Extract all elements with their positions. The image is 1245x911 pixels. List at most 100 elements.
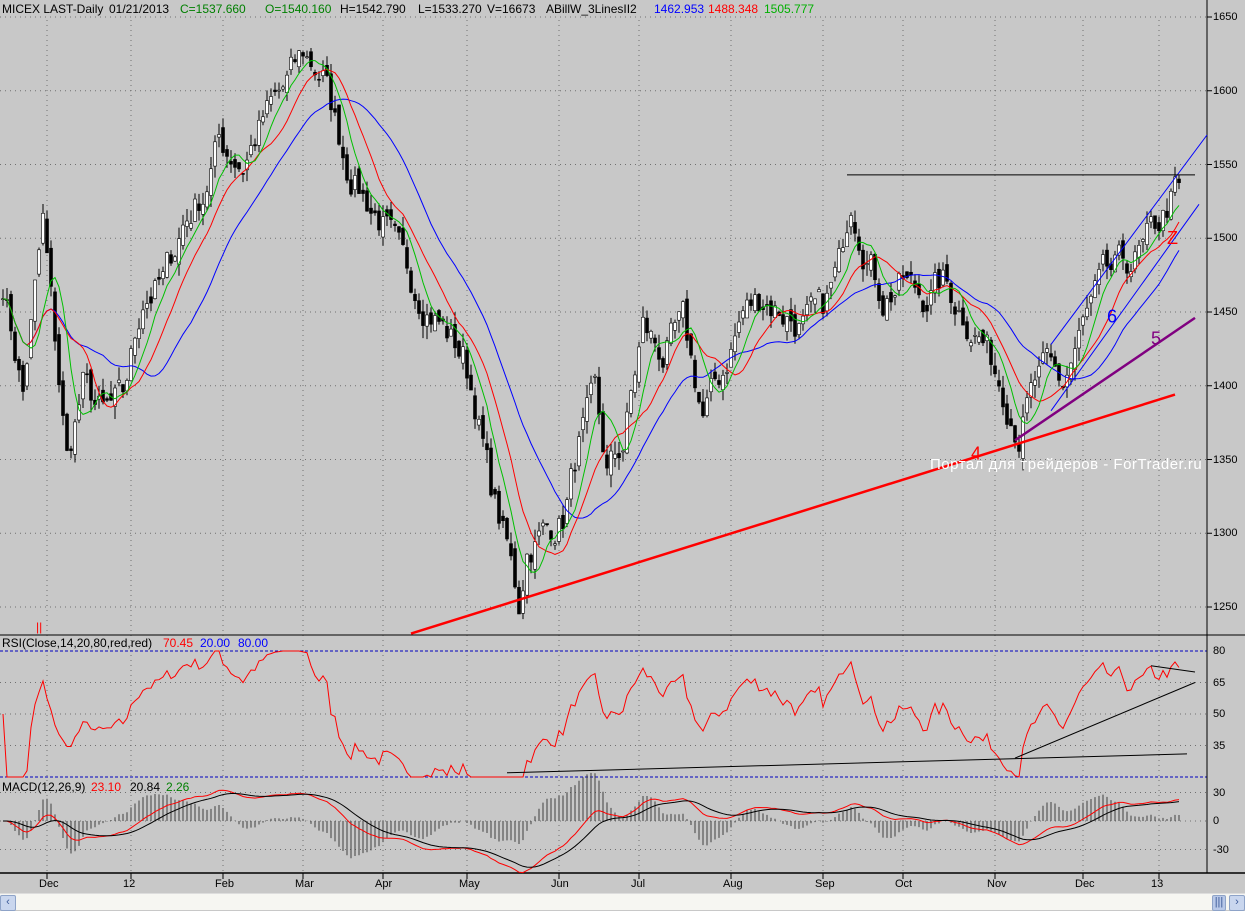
candle [1121, 233, 1125, 271]
candle-body [621, 450, 625, 453]
candle-body [645, 317, 649, 334]
candle-body [381, 216, 385, 238]
candle-body [613, 453, 617, 459]
candle-body [449, 328, 453, 337]
red-line-value: 1488.348 [708, 2, 759, 16]
candle [17, 356, 21, 382]
candle-body [837, 248, 841, 273]
candle [1101, 249, 1105, 272]
candle-body [493, 489, 497, 495]
candle [881, 290, 885, 317]
candle-body [809, 296, 813, 302]
candle [13, 326, 17, 364]
candle [581, 407, 585, 443]
candle [369, 195, 373, 225]
candle-body [601, 411, 605, 453]
candle-body [1145, 223, 1149, 245]
candle [1137, 239, 1141, 264]
macd-tick-label: 0 [1213, 815, 1220, 827]
time-tick-label: 12 [123, 878, 136, 890]
candle [685, 289, 689, 349]
candle [1045, 343, 1049, 365]
candle [53, 287, 57, 351]
candle-body [841, 247, 845, 252]
candle-body [1017, 443, 1021, 452]
candle [649, 329, 653, 344]
candle-body [1165, 210, 1169, 218]
candle-body [545, 523, 549, 526]
candle [701, 389, 705, 418]
candle [709, 369, 713, 402]
candle [1, 289, 5, 306]
candle [681, 300, 685, 328]
candle [133, 336, 137, 364]
candle [33, 279, 37, 331]
candle [773, 300, 777, 319]
candle [233, 153, 237, 178]
candle [277, 82, 281, 99]
candle-body [261, 116, 265, 123]
candle [969, 339, 973, 352]
candle [909, 261, 913, 284]
open-value: O=1540.160 [265, 2, 332, 16]
wave-label-Z: Z [1167, 228, 1178, 248]
candle [905, 271, 909, 280]
candle [1117, 240, 1121, 261]
candle [409, 267, 413, 294]
candle [309, 48, 313, 71]
candle [741, 306, 745, 326]
candle [249, 134, 253, 158]
candle [801, 309, 805, 331]
candle [877, 278, 881, 309]
candle [621, 450, 625, 462]
candle-body [965, 321, 969, 340]
candle-body [409, 270, 413, 293]
candle-body [877, 283, 881, 302]
candle-body [673, 322, 677, 331]
candle-body [293, 59, 297, 62]
price-tick-label: 1350 [1213, 453, 1238, 466]
candle [925, 296, 929, 322]
candle-body [217, 134, 221, 138]
candle [193, 193, 197, 222]
candle-body [169, 254, 173, 264]
candle-body [317, 78, 321, 81]
low-value: L=1533.270 [418, 2, 482, 16]
candle-body [1021, 416, 1025, 459]
macd-value: 23.10 [91, 780, 122, 794]
candle [997, 369, 1001, 392]
wave-label-6: 6 [1107, 306, 1117, 326]
horizontal-scrollbar[interactable]: ‹ ||| › [0, 893, 1245, 911]
candle-body [505, 518, 509, 540]
candle-body [405, 247, 409, 269]
macd-signal-value: 20.84 [130, 780, 161, 794]
candle-body [725, 372, 729, 374]
candle-body [657, 347, 661, 360]
candle [953, 302, 957, 326]
candle [1165, 198, 1169, 224]
candle-body [289, 56, 293, 70]
macd-hist-value: 2.26 [166, 780, 190, 794]
candle-body [197, 203, 201, 211]
time-tick-label: Mar [295, 878, 314, 890]
candle-body [29, 319, 33, 358]
candle [985, 331, 989, 354]
candle [337, 104, 341, 146]
candle-body [817, 289, 821, 293]
macd-legend-name: MACD(12,26,9) [2, 780, 86, 794]
candle-body [833, 267, 837, 278]
candle [501, 510, 505, 529]
candle-body [717, 380, 721, 385]
candle-body [681, 301, 685, 319]
candle [629, 389, 633, 418]
candle-body [253, 144, 257, 147]
candle-body [1025, 397, 1029, 414]
candle-body [1045, 348, 1049, 353]
candle-body [829, 282, 833, 289]
candle [705, 389, 709, 418]
candle-body [173, 256, 177, 262]
candle [329, 63, 333, 122]
candle [241, 173, 245, 183]
candle-body [457, 340, 461, 357]
candle [657, 334, 661, 372]
